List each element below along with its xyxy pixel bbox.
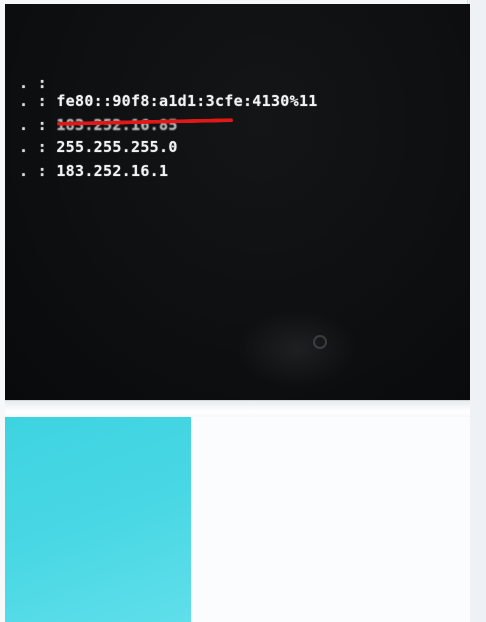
- ipconfig-line-gateway: . : 183.252.16.1: [19, 162, 168, 180]
- ipv6-address-value: fe80::90f8:a1d1:3cfe:4130%11: [56, 92, 318, 110]
- reflection-circle-icon: [313, 335, 327, 349]
- ipconfig-line-ipv4: . : 183.252.16.85: [19, 116, 178, 134]
- line-leader: . :: [19, 92, 47, 110]
- ipconfig-line-subnet: . : 255.255.255.0: [19, 138, 178, 156]
- line-leader: . :: [19, 138, 47, 156]
- photo-frame: . : . : fe80::90f8:a1d1:3cfe:4130%11 . :…: [0, 0, 486, 622]
- ipconfig-line-blank: . :: [19, 74, 47, 92]
- desktop-cyan-area: [5, 417, 191, 622]
- command-prompt-window: . : . : fe80::90f8:a1d1:3cfe:4130%11 . :…: [5, 4, 470, 402]
- line-leader: . :: [19, 116, 47, 134]
- line-leader: . :: [19, 74, 47, 92]
- desktop-white-area: [191, 417, 470, 622]
- subnet-mask-value: 255.255.255.0: [56, 138, 178, 156]
- ipconfig-line-ipv6: . : fe80::90f8:a1d1:3cfe:4130%11: [19, 92, 318, 110]
- default-gateway-value: 183.252.16.1: [56, 162, 169, 180]
- screen-reflection: [237, 309, 357, 389]
- line-leader: . :: [19, 162, 47, 180]
